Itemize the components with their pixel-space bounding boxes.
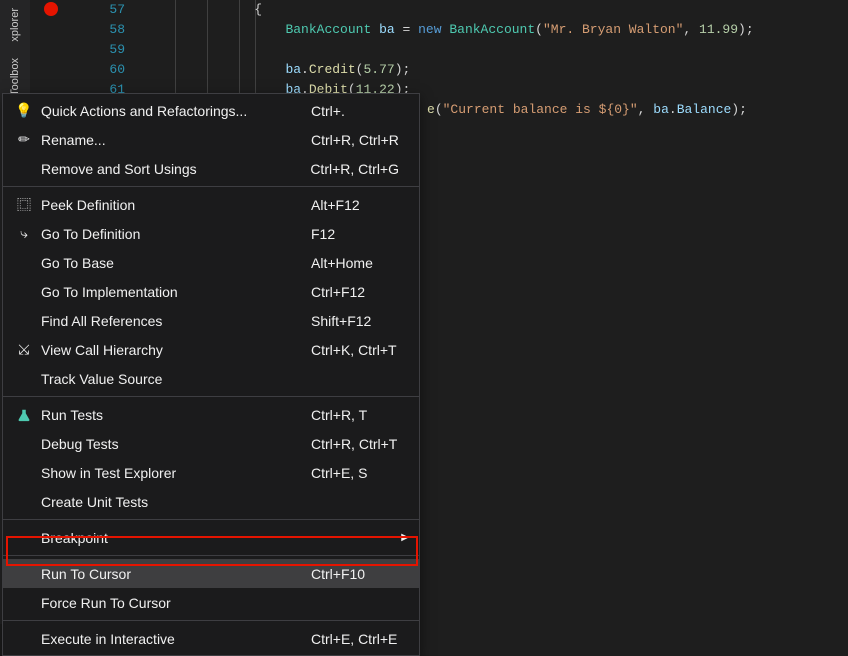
- menu-debug-tests[interactable]: Debug Tests Ctrl+R, Ctrl+T: [3, 429, 419, 458]
- sidebar-tab-explorer[interactable]: xplorer: [5, 0, 25, 50]
- menu-breakpoint[interactable]: Breakpoint ▶: [3, 523, 419, 552]
- line-numbers: 57 58 59 60 61: [85, 0, 125, 100]
- menu-rename[interactable]: ✏ Rename... Ctrl+R, Ctrl+R: [3, 125, 419, 154]
- menu-show-test-explorer[interactable]: Show in Test Explorer Ctrl+E, S: [3, 458, 419, 487]
- menu-separator: [3, 620, 419, 621]
- menu-track-value[interactable]: Track Value Source: [3, 364, 419, 393]
- code-line-57[interactable]: {: [145, 0, 848, 20]
- breakpoint-marker[interactable]: [44, 2, 58, 16]
- menu-separator: [3, 555, 419, 556]
- code-line-60[interactable]: ba.Credit(5.77);: [145, 60, 848, 80]
- code-content[interactable]: { BankAccount ba = new BankAccount("Mr. …: [145, 0, 848, 100]
- menu-separator: [3, 396, 419, 397]
- line-number[interactable]: 57: [85, 0, 125, 20]
- line-number[interactable]: 59: [85, 40, 125, 60]
- lightbulb-icon: 💡: [11, 102, 37, 119]
- menu-run-tests[interactable]: Run Tests Ctrl+R, T: [3, 400, 419, 429]
- menu-separator: [3, 186, 419, 187]
- menu-goto-definition[interactable]: ⤷ Go To Definition F12: [3, 219, 419, 248]
- hierarchy-icon: ⤩: [11, 341, 37, 358]
- goto-icon: ⤷: [11, 225, 37, 242]
- flask-icon: [11, 408, 37, 422]
- menu-find-references[interactable]: Find All References Shift+F12: [3, 306, 419, 335]
- line-number[interactable]: 60: [85, 60, 125, 80]
- submenu-arrow-icon: ▶: [401, 532, 409, 543]
- menu-remove-usings[interactable]: Remove and Sort Usings Ctrl+R, Ctrl+G: [3, 154, 419, 183]
- context-menu: 💡 Quick Actions and Refactorings... Ctrl…: [2, 93, 420, 656]
- menu-goto-implementation[interactable]: Go To Implementation Ctrl+F12: [3, 277, 419, 306]
- menu-force-run-to-cursor[interactable]: Force Run To Cursor: [3, 588, 419, 617]
- menu-create-unit-tests[interactable]: Create Unit Tests: [3, 487, 419, 516]
- rename-icon: ✏: [11, 131, 37, 148]
- code-line-extra[interactable]: e("Current balance is ${0}", ba.Balance)…: [427, 100, 747, 120]
- menu-separator: [3, 519, 419, 520]
- menu-goto-base[interactable]: Go To Base Alt+Home: [3, 248, 419, 277]
- code-line-59[interactable]: [145, 40, 848, 60]
- code-line-58[interactable]: BankAccount ba = new BankAccount("Mr. Br…: [145, 20, 848, 40]
- menu-quick-actions[interactable]: 💡 Quick Actions and Refactorings... Ctrl…: [3, 96, 419, 125]
- line-number[interactable]: 58: [85, 20, 125, 40]
- menu-call-hierarchy[interactable]: ⤩ View Call Hierarchy Ctrl+K, Ctrl+T: [3, 335, 419, 364]
- menu-peek-definition[interactable]: ⿴ Peek Definition Alt+F12: [3, 190, 419, 219]
- menu-execute-interactive[interactable]: Execute in Interactive Ctrl+E, Ctrl+E: [3, 624, 419, 653]
- menu-run-to-cursor[interactable]: Run To Cursor Ctrl+F10: [3, 559, 419, 588]
- peek-icon: ⿴: [11, 195, 37, 215]
